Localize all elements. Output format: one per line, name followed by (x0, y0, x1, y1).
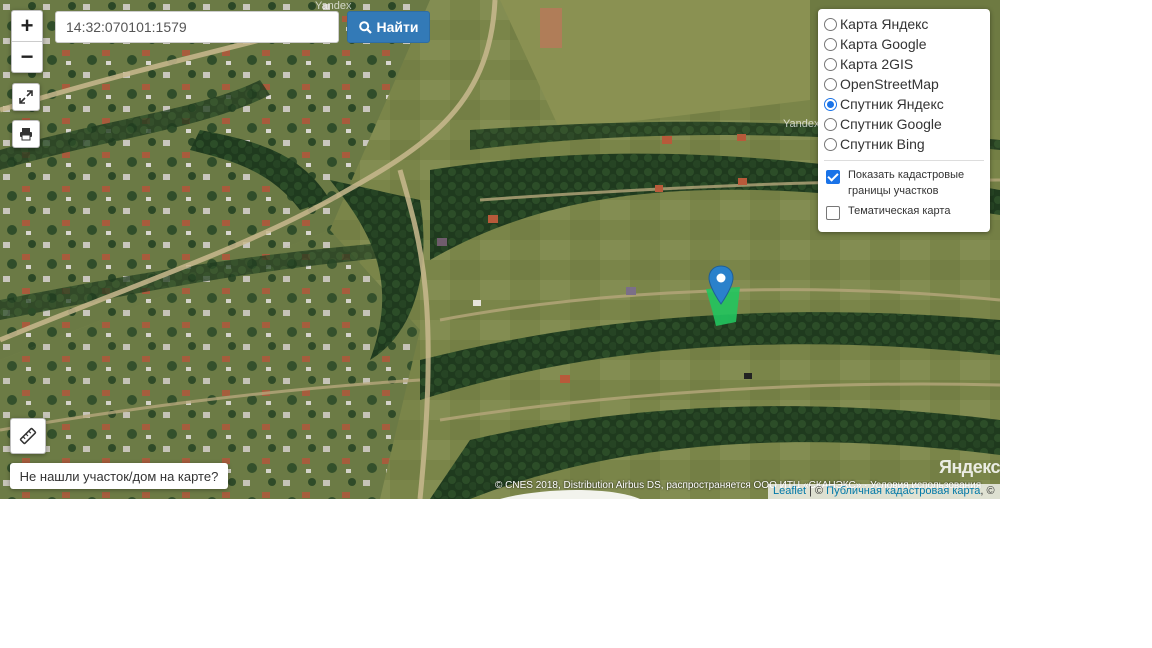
find-button-label: Найти (376, 19, 419, 35)
option-label: Показать кадастровые границы участков (848, 169, 965, 197)
layer-radio[interactable] (824, 57, 837, 71)
layer-google-map[interactable]: Карта Google (824, 34, 984, 54)
ruler-icon (19, 427, 37, 445)
zoom-control: + − (11, 10, 43, 73)
print-button[interactable] (12, 120, 40, 148)
layer-radio-selected[interactable] (824, 97, 837, 111)
yandex-logo: Яндекс (939, 457, 1000, 477)
layer-label: OpenStreetMap (840, 76, 939, 92)
layer-radio[interactable] (824, 17, 837, 31)
find-button[interactable]: Найти (347, 11, 430, 43)
search-icon (358, 20, 372, 34)
layer-radio[interactable] (824, 117, 837, 131)
layer-label: Спутник Google (840, 116, 942, 132)
layer-switcher: Карта Яндекс Карта Google Карта 2GIS Ope… (818, 9, 990, 232)
map-attribution: Leaflet | © Публичная кадастровая карта,… (768, 484, 1000, 499)
thematic-map-checkbox[interactable] (826, 206, 840, 220)
attribution-separator: | © (806, 485, 827, 497)
layer-label: Карта Google (840, 36, 927, 52)
cadastral-borders-checkbox[interactable] (826, 170, 840, 184)
layer-label: Спутник Яндекс (840, 96, 944, 112)
layer-label: Карта 2GIS (840, 56, 914, 72)
zoom-out-button[interactable]: − (12, 41, 42, 72)
zoom-in-button[interactable]: + (12, 11, 42, 41)
satellite-map[interactable]: Yandex Yandex + − Найти Карта (0, 0, 1000, 499)
option-thematic-map[interactable]: Тематическая карта (824, 203, 984, 220)
leaflet-link[interactable]: Leaflet (773, 485, 806, 497)
fullscreen-button[interactable] (12, 83, 40, 111)
layer-radio[interactable] (824, 37, 837, 51)
layer-label: Спутник Bing (840, 136, 925, 152)
layer-bing-satellite[interactable]: Спутник Bing (824, 134, 984, 154)
map-marker[interactable] (708, 265, 734, 310)
option-label: Тематическая карта (848, 205, 951, 217)
pkk-link[interactable]: Публичная кадастровая карта (826, 485, 980, 497)
measure-button[interactable] (10, 418, 46, 454)
layer-radio[interactable] (824, 137, 837, 151)
option-cadastral-borders[interactable]: Показать кадастровые границы участков (824, 167, 984, 199)
print-icon (20, 128, 32, 141)
attribution-tail: , © (980, 485, 995, 497)
fullscreen-icon (19, 90, 33, 104)
layer-divider (824, 160, 984, 161)
cadastral-search-input[interactable] (55, 11, 339, 43)
not-found-button[interactable]: Не нашли участок/дом на карте? (10, 463, 228, 489)
layer-label: Карта Яндекс (840, 16, 929, 32)
layer-yandex-satellite[interactable]: Спутник Яндекс (824, 94, 984, 114)
layer-google-satellite[interactable]: Спутник Google (824, 114, 984, 134)
layer-yandex-map[interactable]: Карта Яндекс (824, 14, 984, 34)
layer-2gis-map[interactable]: Карта 2GIS (824, 54, 984, 74)
yandex-watermark: Yandex (783, 118, 820, 130)
layer-radio[interactable] (824, 77, 837, 91)
map-marker-icon (708, 265, 734, 305)
layer-openstreetmap[interactable]: OpenStreetMap (824, 74, 984, 94)
